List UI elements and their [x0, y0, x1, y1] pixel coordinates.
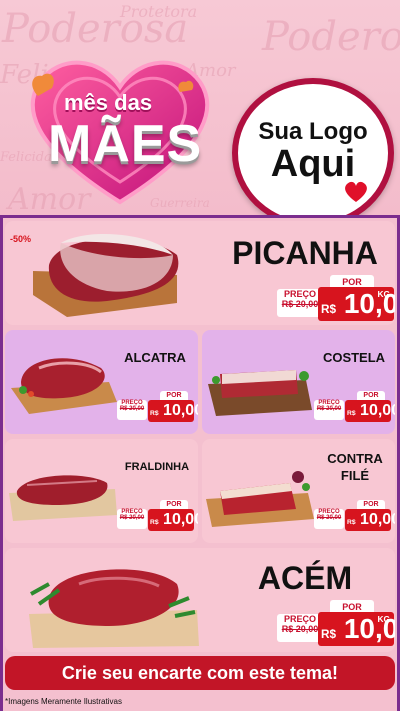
- store-logo-placeholder[interactable]: Sua Logo Aqui: [232, 78, 394, 215]
- old-price-value: R$ 20,00: [316, 515, 342, 521]
- product-name: CONTRA FILÉ: [327, 451, 383, 483]
- currency: R$: [150, 519, 159, 526]
- old-price-tag: PREÇO R$ 20,00: [277, 289, 323, 317]
- campaign-title-line1: mês das: [64, 90, 153, 115]
- price-unit: KG: [377, 289, 390, 299]
- price-value: 10,00: [360, 511, 395, 528]
- disclaimer: *Imagens Meramente Ilustrativas: [5, 697, 122, 706]
- product-card-acem[interactable]: ACÉM PREÇO R$ 20,00 POR R$ 10,00 KG: [5, 548, 395, 652]
- price-tag: R$ 10,00: [345, 509, 395, 531]
- old-price-tag: PREÇO R$ 20,00: [277, 614, 323, 642]
- old-price-value: R$ 20,00: [119, 406, 145, 412]
- price-value: 10,00: [163, 511, 198, 528]
- currency: R$: [347, 410, 356, 417]
- old-price-tag: PREÇO R$ 20,00: [117, 400, 147, 420]
- product-name: ACÉM: [257, 560, 353, 596]
- currency: R$: [150, 410, 159, 417]
- price-unit: KG: [377, 614, 390, 624]
- product-card-alcatra[interactable]: ALCATRA PREÇO R$ 20,00 POR R$ 10,00: [5, 330, 198, 434]
- old-price-tag: PREÇO R$ 20,00: [117, 509, 147, 529]
- alcatra-image: [11, 358, 117, 414]
- old-price-tag: PREÇO R$ 20,00: [314, 509, 344, 529]
- currency: R$: [321, 628, 337, 641]
- old-price-value: R$ 20,00: [281, 299, 319, 309]
- old-price-value: R$ 20,00: [316, 406, 342, 412]
- price-tag: R$ 10,00 KG: [318, 612, 395, 646]
- old-price-tag: PREÇO R$ 20,00: [314, 400, 344, 420]
- currency: R$: [321, 303, 337, 316]
- discount-badge-text: -50%: [10, 234, 32, 244]
- product-name: FRALDINHA: [124, 461, 190, 473]
- price-tag: R$ 10,00: [345, 400, 395, 422]
- bg-word: Protetora: [120, 2, 198, 21]
- product-card-contra-file[interactable]: CONTRA FILÉ PREÇO R$ 20,00 POR R$ 10,00: [202, 439, 395, 543]
- price-tag: R$ 10,00: [148, 400, 198, 422]
- product-name: ALCATRA: [124, 350, 186, 365]
- costela-image: [208, 370, 312, 416]
- campaign-title-line2: MÃES: [48, 115, 203, 173]
- price-tag: R$ 10,00 KG: [318, 287, 395, 321]
- product-name: COSTELA: [322, 350, 386, 365]
- product-name: PICANHA: [232, 235, 378, 271]
- header-banner: Poderosa Poderosa Protetora Feliz Amor F…: [0, 0, 400, 215]
- logo-text-line1: Sua Logo: [258, 118, 368, 146]
- old-price-value: R$ 20,00: [281, 624, 319, 634]
- old-price-label: PREÇO: [283, 289, 316, 299]
- price-value: 10,00: [360, 402, 395, 419]
- acem-image: [29, 569, 199, 648]
- currency: R$: [347, 519, 356, 526]
- old-price-value: R$ 20,00: [119, 515, 145, 521]
- price-value: 10,00: [163, 402, 198, 419]
- product-card-fraldinha[interactable]: FRALDINHA PREÇO R$ 20,00 POR R$ 10,00: [5, 439, 198, 543]
- heart-decoration-icon: [345, 181, 367, 202]
- picanha-image: [33, 233, 179, 317]
- product-card-picanha[interactable]: PICANHA PREÇO R$ 20,00 POR R$ 10,00 KG: [5, 221, 395, 325]
- create-flyer-button[interactable]: Crie seu encarte com este tema!: [5, 656, 395, 690]
- contra-file-image: [206, 471, 314, 527]
- product-card-costela[interactable]: COSTELA PREÇO R$ 20,00 POR R$ 10,00: [202, 330, 395, 434]
- bg-word: Poderosa: [262, 14, 400, 60]
- fraldinha-image: [9, 475, 117, 521]
- price-tag: R$ 10,00: [148, 509, 198, 531]
- old-price-label: PREÇO: [283, 614, 316, 624]
